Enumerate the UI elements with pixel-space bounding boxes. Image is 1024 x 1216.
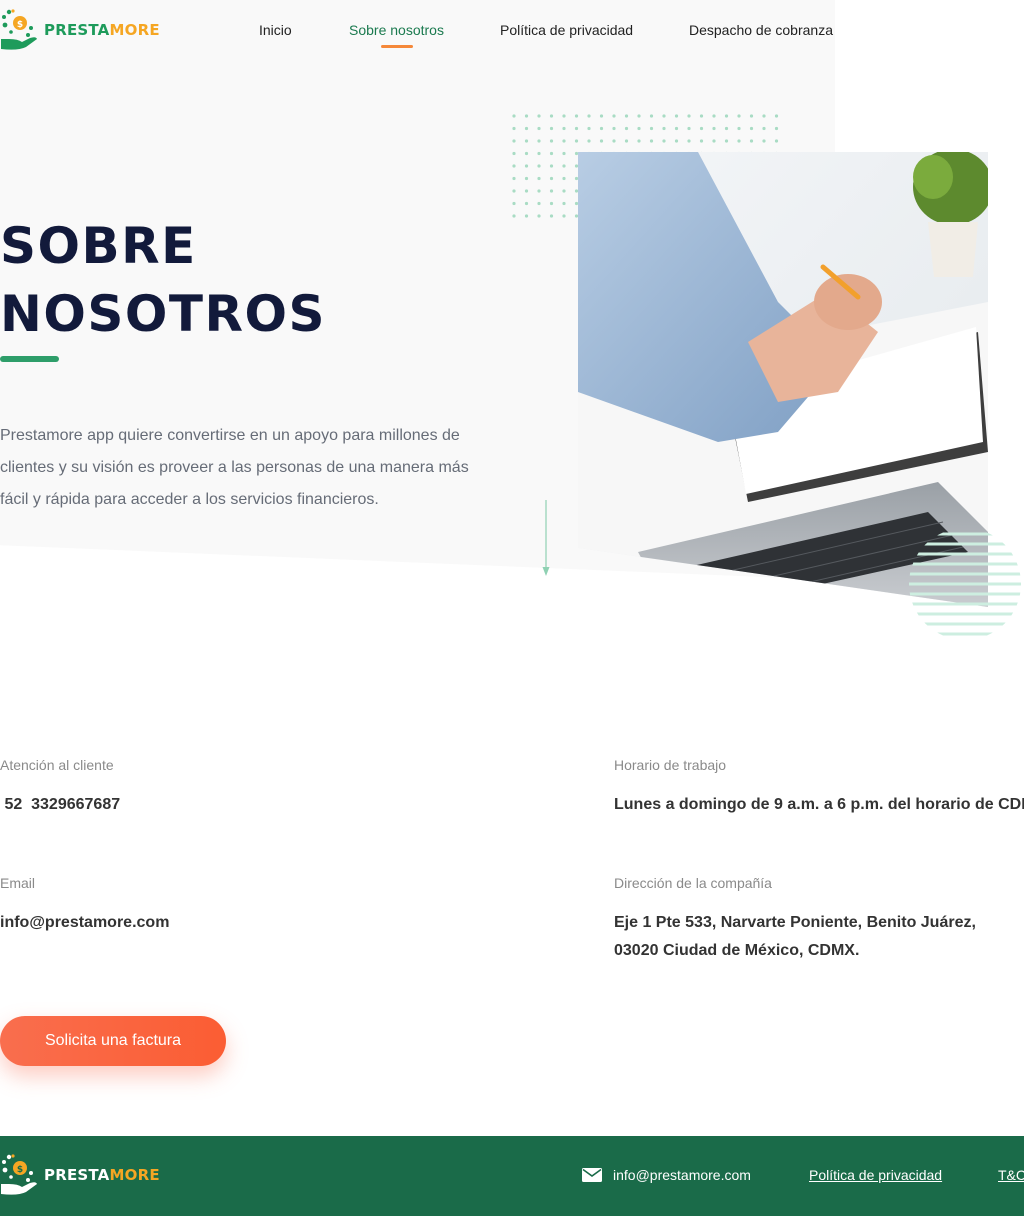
footer-privacy-link[interactable]: Política de privacidad xyxy=(809,1167,942,1183)
footer-terms-link[interactable]: T&C xyxy=(998,1167,1024,1183)
nav-item-sobre-nosotros[interactable]: Sobre nosotros xyxy=(349,22,444,38)
email-value[interactable]: info@prestamore.com xyxy=(0,909,169,937)
footer-logo[interactable]: $ PRESTAMORE xyxy=(0,1153,160,1197)
logo-icon: $ xyxy=(1,9,37,50)
footer-email[interactable]: info@prestamore.com xyxy=(582,1167,751,1183)
email-label: Email xyxy=(0,875,36,891)
svg-text:$: $ xyxy=(17,1165,23,1175)
customer-service-phone: 52 3329667687 xyxy=(0,796,121,813)
svg-text:$: $ xyxy=(17,20,23,30)
mail-icon xyxy=(582,1168,602,1182)
company-address-value: Eje 1 Pte 533, Narvarte Poniente, Benito… xyxy=(614,914,976,959)
striped-circle-decoration xyxy=(909,532,1021,636)
hero-description: Prestamore app quiere convertirse en un … xyxy=(0,427,469,508)
company-address-label: Dirección de la compañía xyxy=(614,875,772,891)
nav-item-inicio[interactable]: Inicio xyxy=(259,22,292,38)
working-hours-value: Lunes a domingo de 9 a.m. a 6 p.m. del h… xyxy=(614,796,1024,813)
title-accent-bar xyxy=(0,356,59,362)
footer-logo-text: PRESTAMORE xyxy=(44,1166,160,1184)
page-title: SOBRE NOSOTROS xyxy=(0,217,326,343)
logo-text: PRESTAMORE xyxy=(44,21,160,39)
request-invoice-button[interactable]: Solicita una factura xyxy=(0,1016,226,1066)
header-logo[interactable]: $ PRESTAMORE xyxy=(0,8,160,52)
working-hours-label: Horario de trabajo xyxy=(614,757,727,773)
nav-item-politica-privacidad[interactable]: Política de privacidad xyxy=(500,22,633,38)
arrow-down-icon xyxy=(542,500,550,576)
customer-service-label: Atención al cliente xyxy=(0,757,114,773)
footer: $ PRESTAMORE info@prestamore.com Polític… xyxy=(0,1136,1024,1216)
nav-item-despacho-cobranza[interactable]: Despacho de cobranza xyxy=(689,22,833,38)
active-nav-indicator xyxy=(381,45,413,48)
footer-logo-icon: $ xyxy=(1,1154,37,1195)
footer-email-text: info@prestamore.com xyxy=(613,1167,751,1183)
